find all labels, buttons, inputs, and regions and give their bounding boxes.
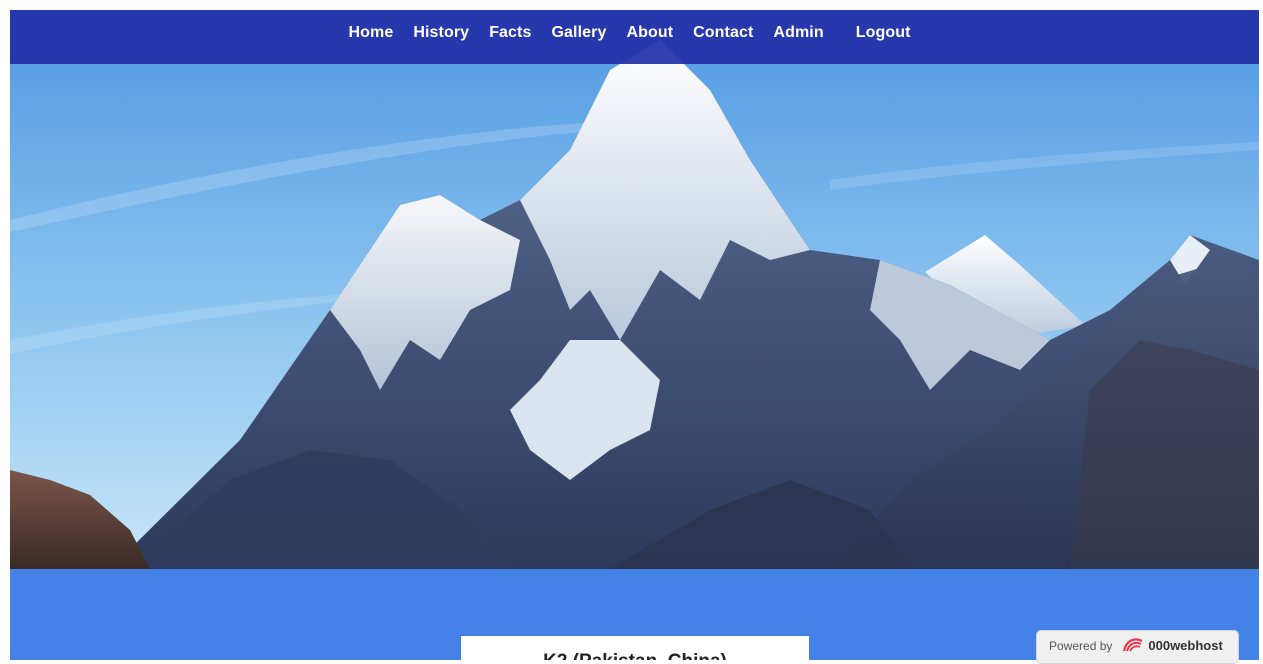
- top-navbar: Home History Facts Gallery About Contact…: [10, 10, 1259, 64]
- mountain-card: K2 (Pakistan, China): [461, 636, 809, 660]
- nav-contact-link[interactable]: Contact: [683, 24, 763, 42]
- nav-links: Home History Facts Gallery About Contact…: [10, 10, 1259, 56]
- card-title: K2 (Pakistan, China): [461, 651, 809, 660]
- powered-by-badge[interactable]: Powered by 000webhost: [1036, 630, 1239, 664]
- nav-admin-link[interactable]: Admin: [763, 24, 833, 42]
- nav-about-link[interactable]: About: [616, 24, 683, 42]
- 000webhost-logo-icon: [1123, 638, 1143, 652]
- nav-history-link[interactable]: History: [403, 24, 479, 42]
- hero-banner: [10, 10, 1259, 569]
- nav-logout-link[interactable]: Logout: [846, 24, 921, 42]
- nav-gallery-link[interactable]: Gallery: [541, 24, 616, 42]
- nav-home-link[interactable]: Home: [339, 24, 404, 42]
- mountain-hero-image: [10, 10, 1259, 569]
- page-frame: Home History Facts Gallery About Contact…: [10, 10, 1259, 660]
- nav-facts-link[interactable]: Facts: [479, 24, 541, 42]
- powered-by-label: Powered by: [1049, 639, 1113, 653]
- powered-by-brand: 000webhost: [1148, 638, 1223, 653]
